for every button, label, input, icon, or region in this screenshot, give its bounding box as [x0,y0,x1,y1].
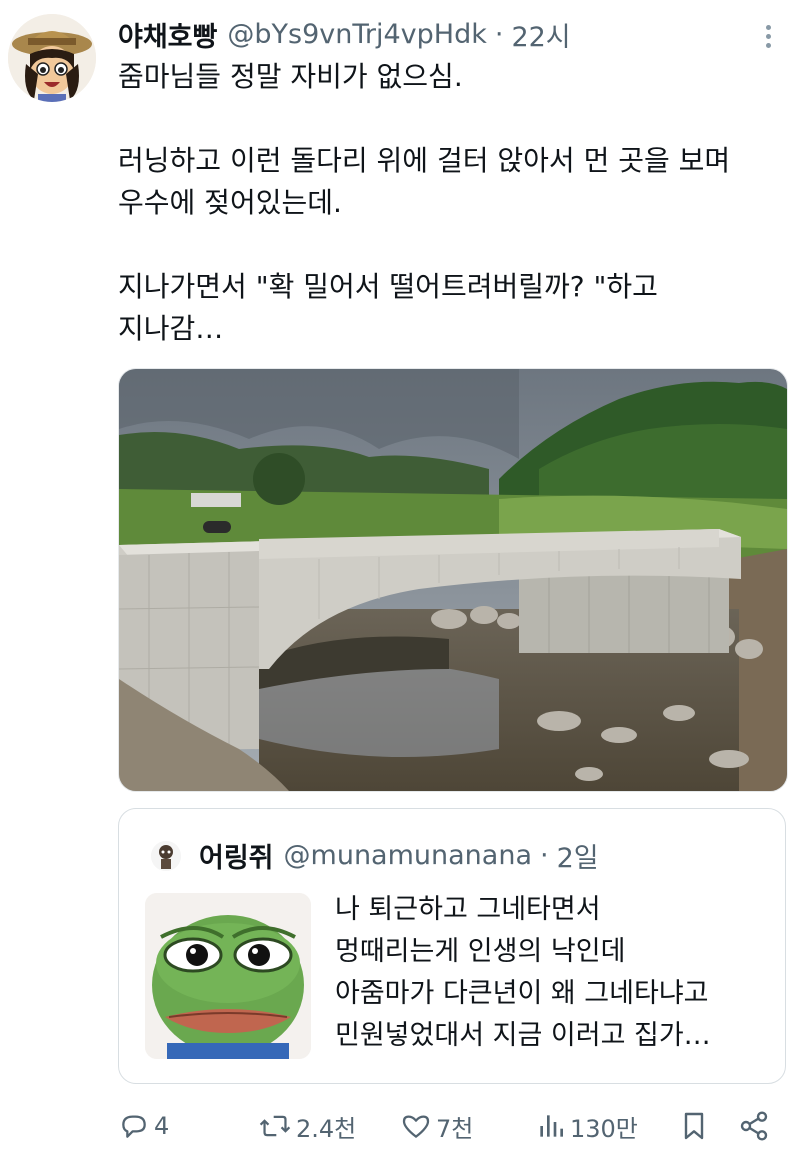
separator-dot: · [540,839,549,871]
author-name[interactable]: 야채호빵 [118,15,217,54]
bookmark-icon [684,1112,704,1140]
author-avatar[interactable] [8,14,96,102]
heart-icon [402,1115,430,1138]
reply-icon [122,1115,146,1138]
repost-button[interactable]: 2.4천 [258,1104,356,1148]
avatar-image [8,14,96,102]
quoted-avatar-image [151,841,181,871]
like-button[interactable]: 7천 [400,1104,473,1148]
tweet-line: 우수에 젖어있는데. [118,186,342,219]
quoted-line: 민원넣었대서 지금 이러고 집가… [335,1020,711,1051]
quoted-time[interactable]: 2일 [557,836,599,875]
quoted-author-handle[interactable]: @munamunanana [284,840,532,871]
views-icon [540,1115,563,1137]
like-count: 7천 [436,1114,474,1143]
separator-dot: · [494,18,504,50]
quoted-tweet[interactable]: 어링쥐 @munamunanana · 2일 나 퇴근하고 그네타면서 멍때리는… [118,808,786,1084]
bookmark-button[interactable] [680,1104,708,1148]
author-handle[interactable]: @bYs9vnTrj4vpHdk [227,19,486,50]
quoted-text: 나 퇴근하고 그네타면서 멍때리는게 인생의 낙인데 아줌마가 다큰년이 왜 그… [335,889,775,1057]
views-button[interactable]: 130만 [536,1104,638,1148]
action-bar: 4 2.4천 7천 130만 [118,1104,778,1148]
more-icon[interactable] [756,18,780,54]
quoted-line: 나 퇴근하고 그네타면서 [335,894,601,925]
quoted-line: 아줌마가 다큰년이 왜 그네타냐고 [335,978,709,1009]
quoted-author-avatar[interactable] [151,841,181,871]
share-button[interactable] [738,1104,770,1148]
tweet-line: 줌마님들 정말 자비가 없으심. [118,60,463,93]
frog-image [145,893,311,1059]
tweet-photo[interactable] [118,368,788,792]
tweet-header: 야채호빵 @bYs9vnTrj4vpHdk · 22시 [118,14,571,54]
quoted-line: 멍때리는게 인생의 낙인데 [335,936,626,967]
reply-button[interactable]: 4 [118,1104,169,1148]
share-icon [740,1111,768,1141]
tweet-line: 러닝하고 이런 돌다리 위에 걸터 앉아서 먼 곳을 보며 [118,144,731,177]
tweet-text: 줌마님들 정말 자비가 없으심. 러닝하고 이런 돌다리 위에 걸터 앉아서 먼… [118,56,778,350]
quoted-header: 어링쥐 @munamunanana · 2일 [199,835,599,875]
bridge-photo [119,369,787,791]
quoted-author-name[interactable]: 어링쥐 [199,836,274,875]
repost-icon [259,1115,291,1137]
views-count: 130만 [570,1114,638,1143]
tweet-line: 지나가면서 "확 밀어서 떨어트려버릴까? "하고 [118,270,658,303]
reply-count: 4 [154,1112,170,1140]
tweet-time[interactable]: 22시 [511,15,570,54]
tweet-line: 지나감… [118,312,224,345]
repost-count: 2.4천 [296,1114,357,1143]
quoted-thumbnail[interactable] [145,893,311,1059]
